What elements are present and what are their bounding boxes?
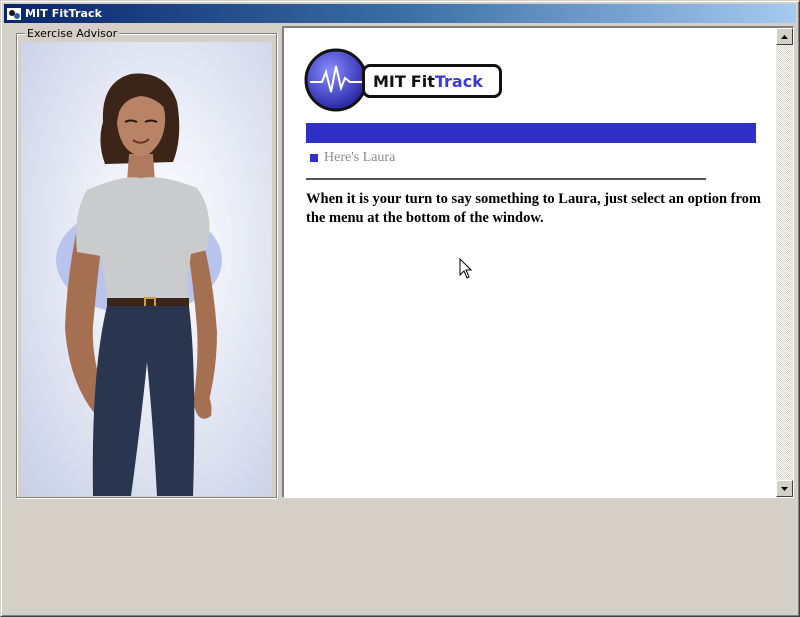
app-icon[interactable] — [6, 6, 22, 22]
logo-track-text: Track — [434, 71, 483, 91]
arrow-down-icon — [781, 486, 788, 491]
bullet-icon — [310, 154, 318, 162]
fittrack-logo: MIT Fit Track — [304, 48, 504, 114]
mouse-pointer-icon — [459, 258, 473, 279]
heartbeat-icon — [304, 48, 368, 112]
scroll-down-button[interactable] — [776, 480, 793, 497]
instruction-text: When it is your turn to say something to… — [306, 191, 762, 226]
window-title: MIT FitTrack — [25, 7, 103, 20]
logo-wordmark: MIT Fit Track — [362, 64, 502, 98]
title-bar[interactable]: MIT FitTrack — [4, 4, 796, 23]
logo-fit-text: Fit — [410, 71, 435, 91]
exercise-advisor-group: Exercise Advisor — [16, 27, 277, 498]
content-page: MIT Fit Track Here's Laura When it is yo… — [284, 28, 775, 497]
logo-mit-text: MIT — [373, 71, 406, 91]
scroll-up-button[interactable] — [776, 28, 793, 45]
section-heading-text: Here's Laura — [324, 150, 396, 165]
arrow-up-icon — [781, 34, 788, 39]
section-heading: Here's Laura — [310, 150, 395, 166]
header-bar — [306, 123, 756, 143]
vertical-scrollbar[interactable] — [776, 28, 793, 497]
laura-agent-avatar[interactable] — [21, 42, 272, 496]
group-label: Exercise Advisor — [25, 27, 120, 40]
app-window: MIT FitTrack Exercise Advisor MIT Fit Tr… — [0, 0, 800, 617]
divider — [306, 178, 706, 180]
advisor-panel — [21, 42, 272, 496]
content-frame: MIT Fit Track Here's Laura When it is yo… — [282, 26, 794, 498]
